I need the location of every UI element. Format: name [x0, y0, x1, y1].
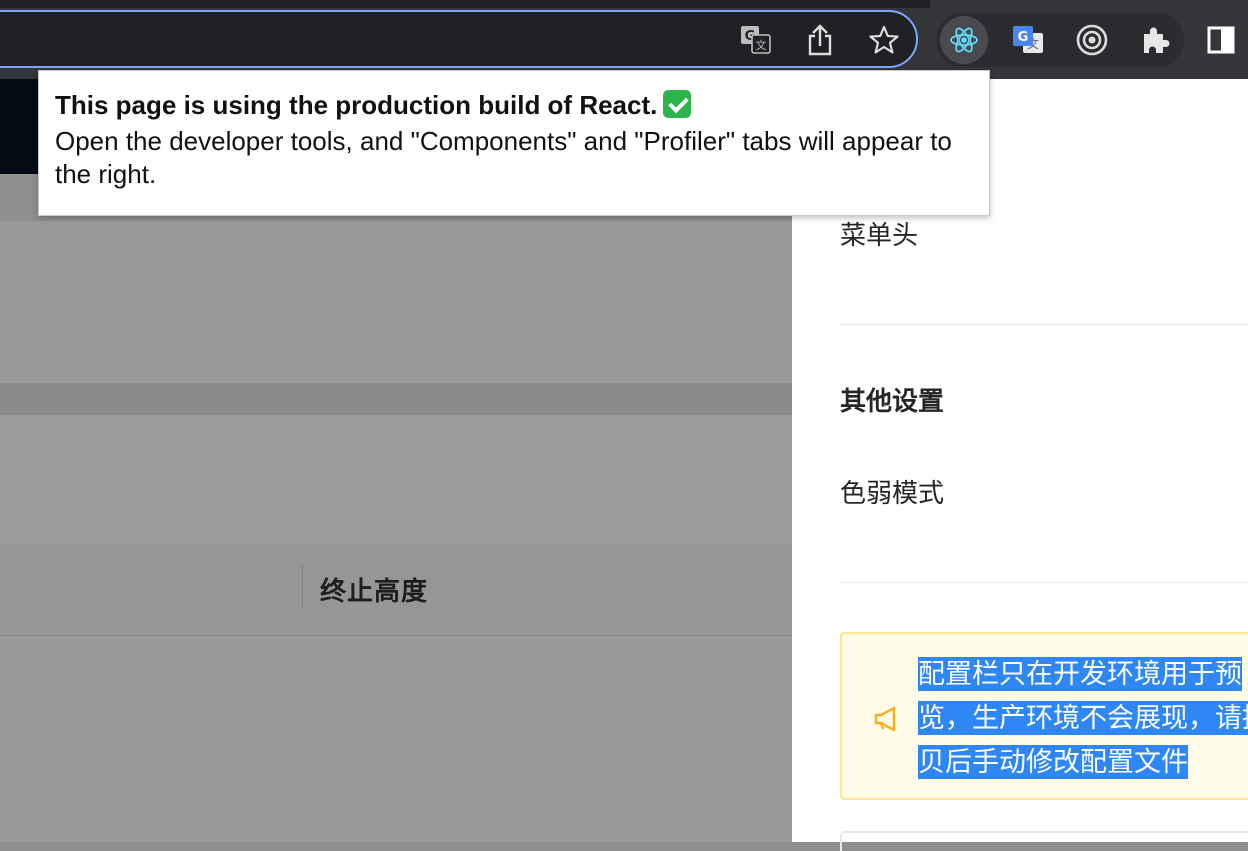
- check-mark-icon: [663, 90, 692, 118]
- config-alert: 配置栏只在开发环境用于预览，生产环境不会展现，请拷贝后手动修改配置文件: [840, 632, 1248, 800]
- table-body: [0, 636, 792, 842]
- weak-color-mode-label: 色弱模式: [840, 478, 945, 508]
- table-header: 终止高度: [0, 543, 792, 636]
- popup-title: This page is using the production build …: [55, 89, 973, 121]
- browser-toolbar: G 文 文 G: [0, 0, 1248, 79]
- translate-icon[interactable]: G 文: [738, 22, 774, 58]
- table-column-header: 终止高度: [320, 576, 429, 606]
- alert-message: 配置栏只在开发环境用于预览，生产环境不会展现，请拷贝后手动修改配置文件: [918, 652, 1248, 784]
- react-devtools-icon[interactable]: [940, 16, 988, 64]
- extensions-puzzle-icon[interactable]: [1132, 16, 1180, 64]
- svg-text:文: 文: [756, 38, 767, 52]
- bookmark-star-icon[interactable]: [866, 22, 902, 58]
- side-panel-icon[interactable]: [1204, 22, 1238, 58]
- svg-text:G: G: [1018, 30, 1029, 45]
- record-target-icon[interactable]: [1068, 16, 1116, 64]
- page-band: [0, 383, 792, 415]
- page-card: [0, 415, 792, 543]
- other-settings-title: 其他设置: [840, 386, 945, 416]
- react-devtools-popup: This page is using the production build …: [38, 70, 990, 216]
- share-icon[interactable]: [802, 22, 838, 58]
- copy-settings-button[interactable]: [840, 831, 1248, 851]
- divider: [840, 324, 1248, 325]
- column-divider: [302, 565, 303, 609]
- page-card: [0, 221, 792, 383]
- menu-header-label: 菜单头: [840, 220, 919, 250]
- divider: [840, 582, 1248, 583]
- alert-message-text: 配置栏只在开发环境用于预览，生产环境不会展现，请拷贝后手动修改配置文件: [918, 657, 1248, 779]
- notification-icon: [874, 706, 896, 732]
- address-bar[interactable]: [0, 10, 918, 68]
- popup-body: Open the developer tools, and "Component…: [55, 126, 952, 189]
- tab-strip: [0, 0, 930, 8]
- popup-title-text: This page is using the production build …: [55, 90, 658, 120]
- google-translate-icon[interactable]: 文 G: [1004, 16, 1052, 64]
